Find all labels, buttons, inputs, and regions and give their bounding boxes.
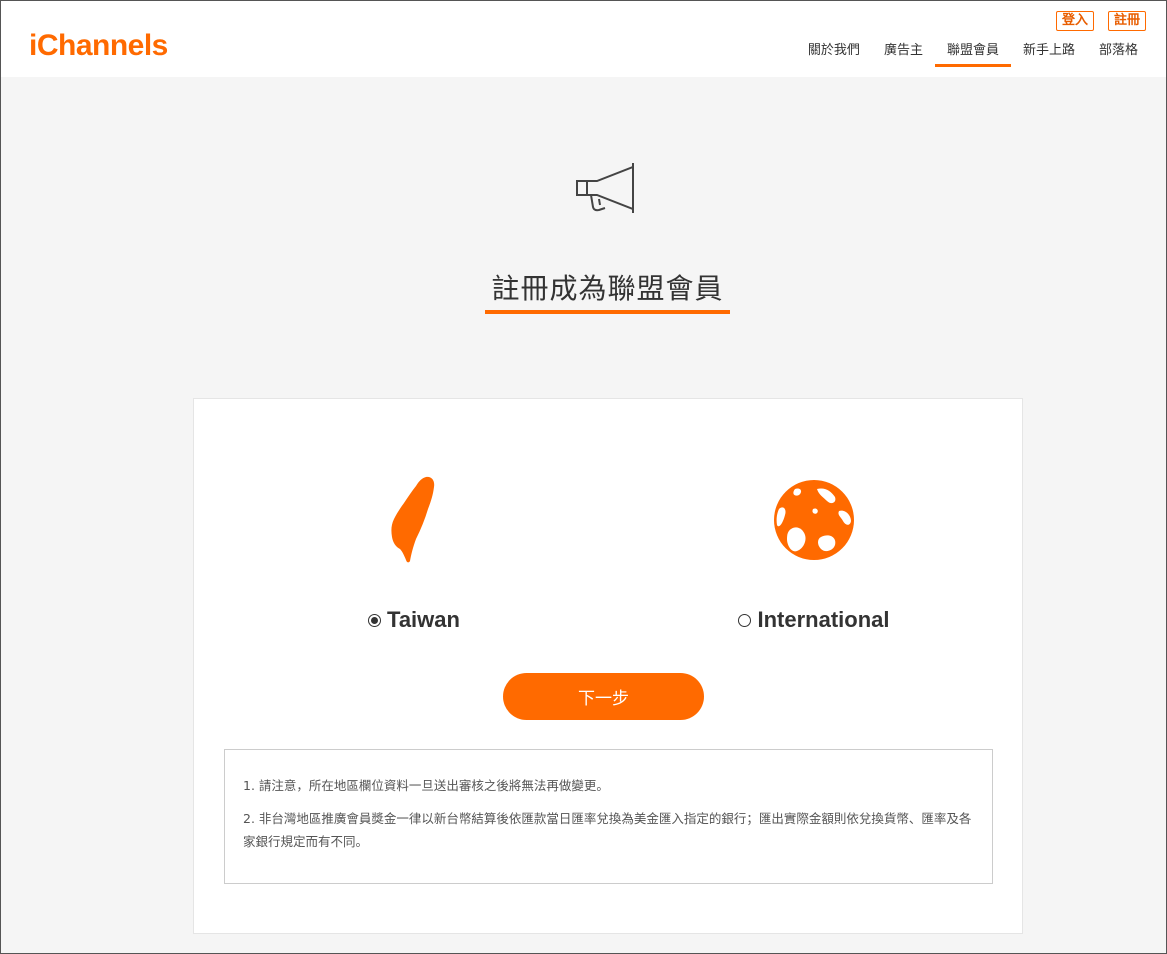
nav-item-affiliate[interactable]: 聯盟會員 (934, 41, 1011, 67)
option-international[interactable]: International (694, 475, 934, 633)
radio-taiwan[interactable] (368, 613, 382, 627)
option-international-label: International (757, 607, 890, 632)
taiwan-map-icon (391, 476, 435, 563)
main-nav: 關於我們 廣告主 聯盟會員 新手上路 部落格 (796, 41, 1150, 67)
nav-item-advertiser[interactable]: 廣告主 (872, 41, 935, 67)
login-button[interactable]: 登入 (1055, 11, 1094, 31)
option-taiwan-label: Taiwan (387, 607, 460, 632)
nav-item-getting-started[interactable]: 新手上路 (1011, 41, 1087, 67)
note-item: 1. 請注意，所在地區欄位資料一旦送出審核之後將無法再做變更。 (243, 778, 609, 793)
region-select-card: Taiwan International 下一步 1. 請注意，所在地區欄位資料… (193, 398, 1023, 934)
note-item: 2. 非台灣地區推廣會員獎金一律以新台幣結算後依匯款當日匯率兌換為美金匯入指定的… (243, 811, 972, 849)
option-taiwan[interactable]: Taiwan (334, 475, 494, 633)
site-logo[interactable]: iChannels (29, 29, 168, 63)
next-step-button[interactable]: 下一步 (503, 673, 704, 720)
nav-item-blog[interactable]: 部落格 (1087, 41, 1150, 67)
globe-icon (774, 480, 854, 560)
megaphone-icon (576, 163, 634, 213)
register-button[interactable]: 註冊 (1107, 11, 1146, 31)
radio-international[interactable] (738, 613, 752, 627)
auth-links: 登入 註冊 (1055, 11, 1146, 31)
page-title: 註冊成為聯盟會員 (491, 272, 724, 305)
site-header: iChannels 登入 註冊 關於我們 廣告主 聯盟會員 新手上路 部落格 (1, 1, 1166, 77)
notes-box: 1. 請注意，所在地區欄位資料一旦送出審核之後將無法再做變更。 2. 非台灣地區… (224, 749, 993, 884)
title-underline (485, 310, 730, 314)
nav-item-about[interactable]: 關於我們 (796, 41, 872, 67)
